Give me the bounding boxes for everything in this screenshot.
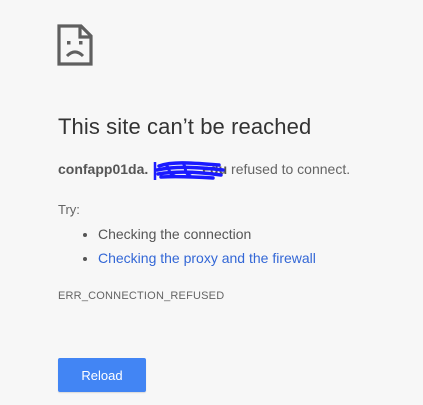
host-name-prefix: confapp01da. (58, 161, 149, 177)
sad-document-icon (57, 24, 93, 66)
error-code: ERR_CONNECTION_REFUSED (58, 290, 225, 302)
page-title: This site can’t be reached (58, 114, 312, 139)
list-item: Checking the proxy and the firewall (98, 246, 316, 270)
try-label: Try: (58, 202, 80, 217)
suggestion-list: Checking the connection Checking the pro… (58, 222, 316, 270)
suggestion-check-proxy-link[interactable]: Checking the proxy and the firewall (98, 250, 316, 266)
host-name-suffix: edu (202, 161, 228, 177)
host-name: confapp01da. edu (58, 161, 228, 180)
message-suffix: refused to connect. (227, 161, 351, 177)
reload-button[interactable]: Reload (58, 358, 146, 392)
list-item: Checking the connection (98, 222, 316, 246)
suggestion-check-connection: Checking the connection (98, 226, 252, 242)
error-page: This site can’t be reached confapp01da. e… (0, 0, 423, 405)
error-message: confapp01da. edu refused to connect. (58, 161, 351, 180)
